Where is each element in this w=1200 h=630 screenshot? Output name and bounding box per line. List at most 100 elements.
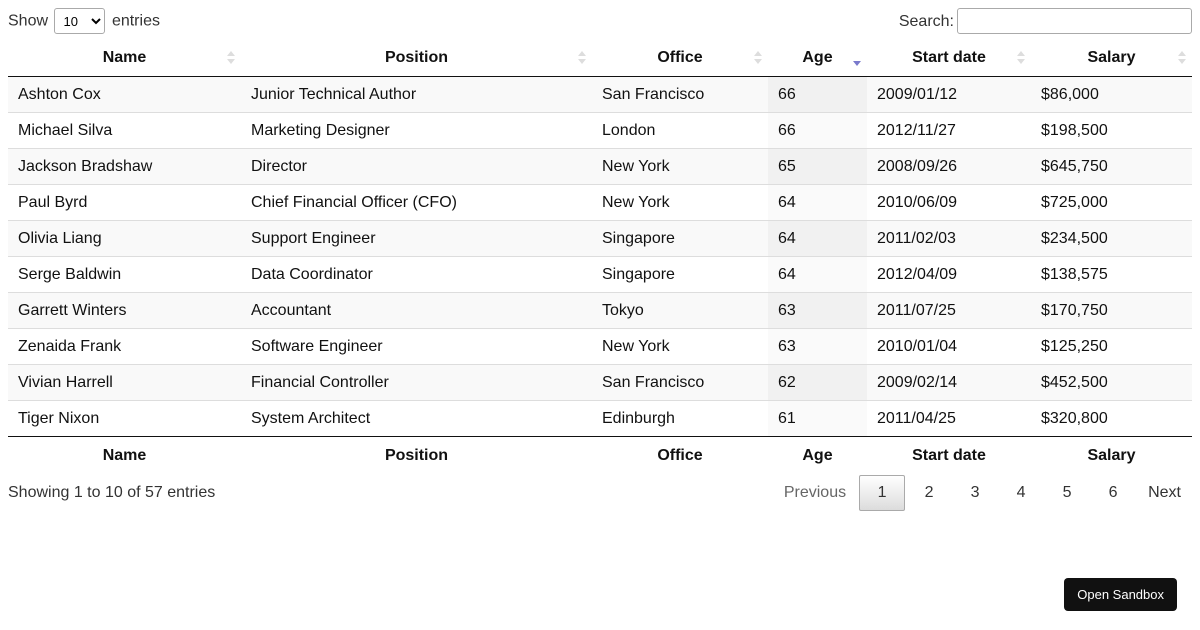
header-row: Name Position Office Age Start date Sala… (8, 40, 1192, 77)
table-body: Ashton Cox Junior Technical Author San Fra… (8, 76, 1192, 437)
sort-icon (578, 51, 586, 65)
column-header-name[interactable]: Name (8, 40, 241, 77)
pagination: Previous 1 2 3 4 5 6 Next (771, 475, 1192, 511)
open-sandbox-button[interactable]: Open Sandbox (1064, 578, 1177, 611)
table-row: Zenaida Frank Software Engineer New York 63… (8, 328, 1192, 365)
entries-per-page-select[interactable]: 10 (54, 8, 106, 34)
cell-position: Financial Controller (241, 364, 592, 401)
column-header-start-date[interactable]: Start date (867, 40, 1031, 77)
cell-age: 64 (768, 256, 867, 293)
search-input[interactable] (957, 8, 1192, 34)
length-prefix: Show (8, 12, 49, 30)
cell-salary: $198,500 (1031, 112, 1192, 149)
cell-start-date: 2010/01/04 (867, 328, 1031, 365)
table-row: Olivia Liang Support Engineer Singapore 64 2… (8, 220, 1192, 257)
cell-age: 64 (768, 184, 867, 221)
footer-office: Office (592, 436, 768, 475)
sort-descending-icon (853, 51, 861, 66)
next-button[interactable]: Next (1137, 476, 1192, 510)
table-row: Vivian Harrell Financial Controller San Fr… (8, 364, 1192, 401)
cell-salary: $645,750 (1031, 148, 1192, 185)
cell-age: 61 (768, 400, 867, 437)
cell-age: 62 (768, 364, 867, 401)
footer-position: Position (241, 436, 592, 475)
column-header-office[interactable]: Office (592, 40, 768, 77)
cell-office: Tokyo (592, 292, 768, 329)
page-button-2[interactable]: 2 (907, 476, 951, 510)
table-row: Garrett Winters Accountant Tokyo 63 2011/07/… (8, 292, 1192, 329)
cell-name: Jackson Bradshaw (8, 148, 241, 185)
length-suffix: entries (111, 12, 160, 30)
column-header-salary[interactable]: Salary (1031, 40, 1192, 77)
previous-button[interactable]: Previous (773, 476, 857, 510)
cell-office: San Francisco (592, 76, 768, 113)
cell-name: Ashton Cox (8, 76, 241, 113)
cell-position: System Architect (241, 400, 592, 437)
footer-name: Name (8, 436, 241, 475)
search-control: Search: (899, 8, 1192, 36)
cell-office: New York (592, 328, 768, 365)
page-button-1[interactable]: 1 (859, 475, 906, 511)
page-button-6[interactable]: 6 (1091, 476, 1135, 510)
sort-icon (1017, 51, 1025, 65)
cell-name: Zenaida Frank (8, 328, 241, 365)
page-button-5[interactable]: 5 (1045, 476, 1089, 510)
cell-salary: $320,800 (1031, 400, 1192, 437)
cell-start-date: 2011/02/03 (867, 220, 1031, 257)
footer-age: Age (768, 436, 867, 475)
column-header-position[interactable]: Position (241, 40, 592, 77)
footer-start-date: Start date (867, 436, 1031, 475)
cell-age: 64 (768, 220, 867, 257)
cell-position: Marketing Designer (241, 112, 592, 149)
cell-position: Junior Technical Author (241, 76, 592, 113)
cell-office: London (592, 112, 768, 149)
sort-icon (1178, 51, 1186, 65)
cell-position: Support Engineer (241, 220, 592, 257)
cell-start-date: 2011/04/25 (867, 400, 1031, 437)
cell-start-date: 2009/02/14 (867, 364, 1031, 401)
datatable-wrapper: Show 10 entries Search: Name Position Of… (8, 8, 1192, 511)
cell-position: Software Engineer (241, 328, 592, 365)
table-row: Jackson Bradshaw Director New York 65 2008/0… (8, 148, 1192, 185)
cell-name: Paul Byrd (8, 184, 241, 221)
cell-age: 65 (768, 148, 867, 185)
cell-start-date: 2012/11/27 (867, 112, 1031, 149)
cell-office: San Francisco (592, 364, 768, 401)
cell-age: 63 (768, 292, 867, 329)
sort-icon (227, 51, 235, 65)
cell-office: New York (592, 148, 768, 185)
cell-salary: $86,000 (1031, 76, 1192, 113)
cell-salary: $234,500 (1031, 220, 1192, 257)
table-row: Tiger Nixon System Architect Edinburgh 61 20… (8, 400, 1192, 437)
page-button-4[interactable]: 4 (999, 476, 1043, 510)
cell-age: 66 (768, 76, 867, 113)
column-header-age[interactable]: Age (768, 40, 867, 77)
sort-icon (754, 51, 762, 65)
cell-name: Michael Silva (8, 112, 241, 149)
cell-position: Chief Financial Officer (CFO) (241, 184, 592, 221)
cell-office: Singapore (592, 256, 768, 293)
cell-salary: $725,000 (1031, 184, 1192, 221)
cell-name: Olivia Liang (8, 220, 241, 257)
cell-name: Vivian Harrell (8, 364, 241, 401)
table-info: Showing 1 to 10 of 57 entries (8, 484, 216, 501)
search-label: Search: (898, 13, 954, 30)
cell-salary: $138,575 (1031, 256, 1192, 293)
cell-office: Singapore (592, 220, 768, 257)
table-row: Ashton Cox Junior Technical Author San Fra… (8, 76, 1192, 113)
cell-age: 63 (768, 328, 867, 365)
cell-start-date: 2010/06/09 (867, 184, 1031, 221)
length-control: Show 10 entries (8, 8, 160, 35)
footer-salary: Salary (1031, 436, 1192, 475)
cell-office: Edinburgh (592, 400, 768, 437)
cell-start-date: 2008/09/26 (867, 148, 1031, 185)
table-row: Paul Byrd Chief Financial Officer (CFO) Ne… (8, 184, 1192, 221)
cell-name: Garrett Winters (8, 292, 241, 329)
cell-salary: $125,250 (1031, 328, 1192, 365)
employees-table: Name Position Office Age Start date Sala… (8, 40, 1192, 475)
cell-start-date: 2012/04/09 (867, 256, 1031, 293)
cell-name: Serge Baldwin (8, 256, 241, 293)
page-button-3[interactable]: 3 (953, 476, 997, 510)
cell-position: Director (241, 148, 592, 185)
cell-office: New York (592, 184, 768, 221)
